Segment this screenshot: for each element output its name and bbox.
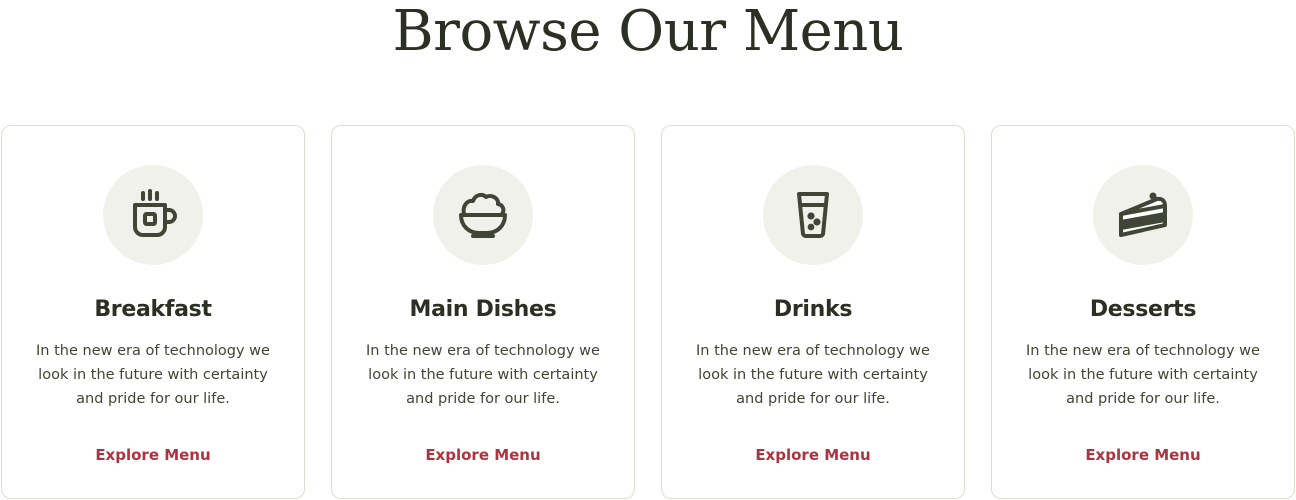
page-title: Browse Our Menu <box>392 0 904 64</box>
card-title: Desserts <box>1089 297 1197 322</box>
card-title: Main Dishes <box>409 297 557 322</box>
rice-bowl-icon <box>459 192 507 238</box>
coffee-cup-icon <box>133 189 177 237</box>
icon-badge <box>433 165 533 265</box>
menu-card-breakfast: Breakfast In the new era of technology w… <box>1 125 305 499</box>
menu-card-main-dishes: Main Dishes In the new era of technology… <box>331 125 635 499</box>
card-title: Breakfast <box>94 297 212 322</box>
cake-slice-icon <box>1119 192 1167 237</box>
menu-card-drinks: Drinks In the new era of technology we l… <box>661 125 965 499</box>
explore-menu-link[interactable]: Explore Menu <box>332 443 634 467</box>
card-description: In the new era of technology we look in … <box>696 343 930 407</box>
menu-card-desserts: Desserts In the new era of technology we… <box>991 125 1295 499</box>
card-description: In the new era of technology we look in … <box>366 343 600 407</box>
card-description: In the new era of technology we look in … <box>36 343 270 407</box>
drink-glass-icon <box>797 192 829 238</box>
icon-badge <box>1093 165 1193 265</box>
icon-badge <box>763 165 863 265</box>
card-title: Drinks <box>773 297 853 322</box>
icon-badge <box>103 165 203 265</box>
explore-menu-link[interactable]: Explore Menu <box>992 443 1294 467</box>
card-description: In the new era of technology we look in … <box>1026 343 1260 407</box>
explore-menu-link[interactable]: Explore Menu <box>662 443 964 467</box>
menu-category-grid: Breakfast In the new era of technology w… <box>0 125 1296 499</box>
explore-menu-link[interactable]: Explore Menu <box>2 443 304 467</box>
